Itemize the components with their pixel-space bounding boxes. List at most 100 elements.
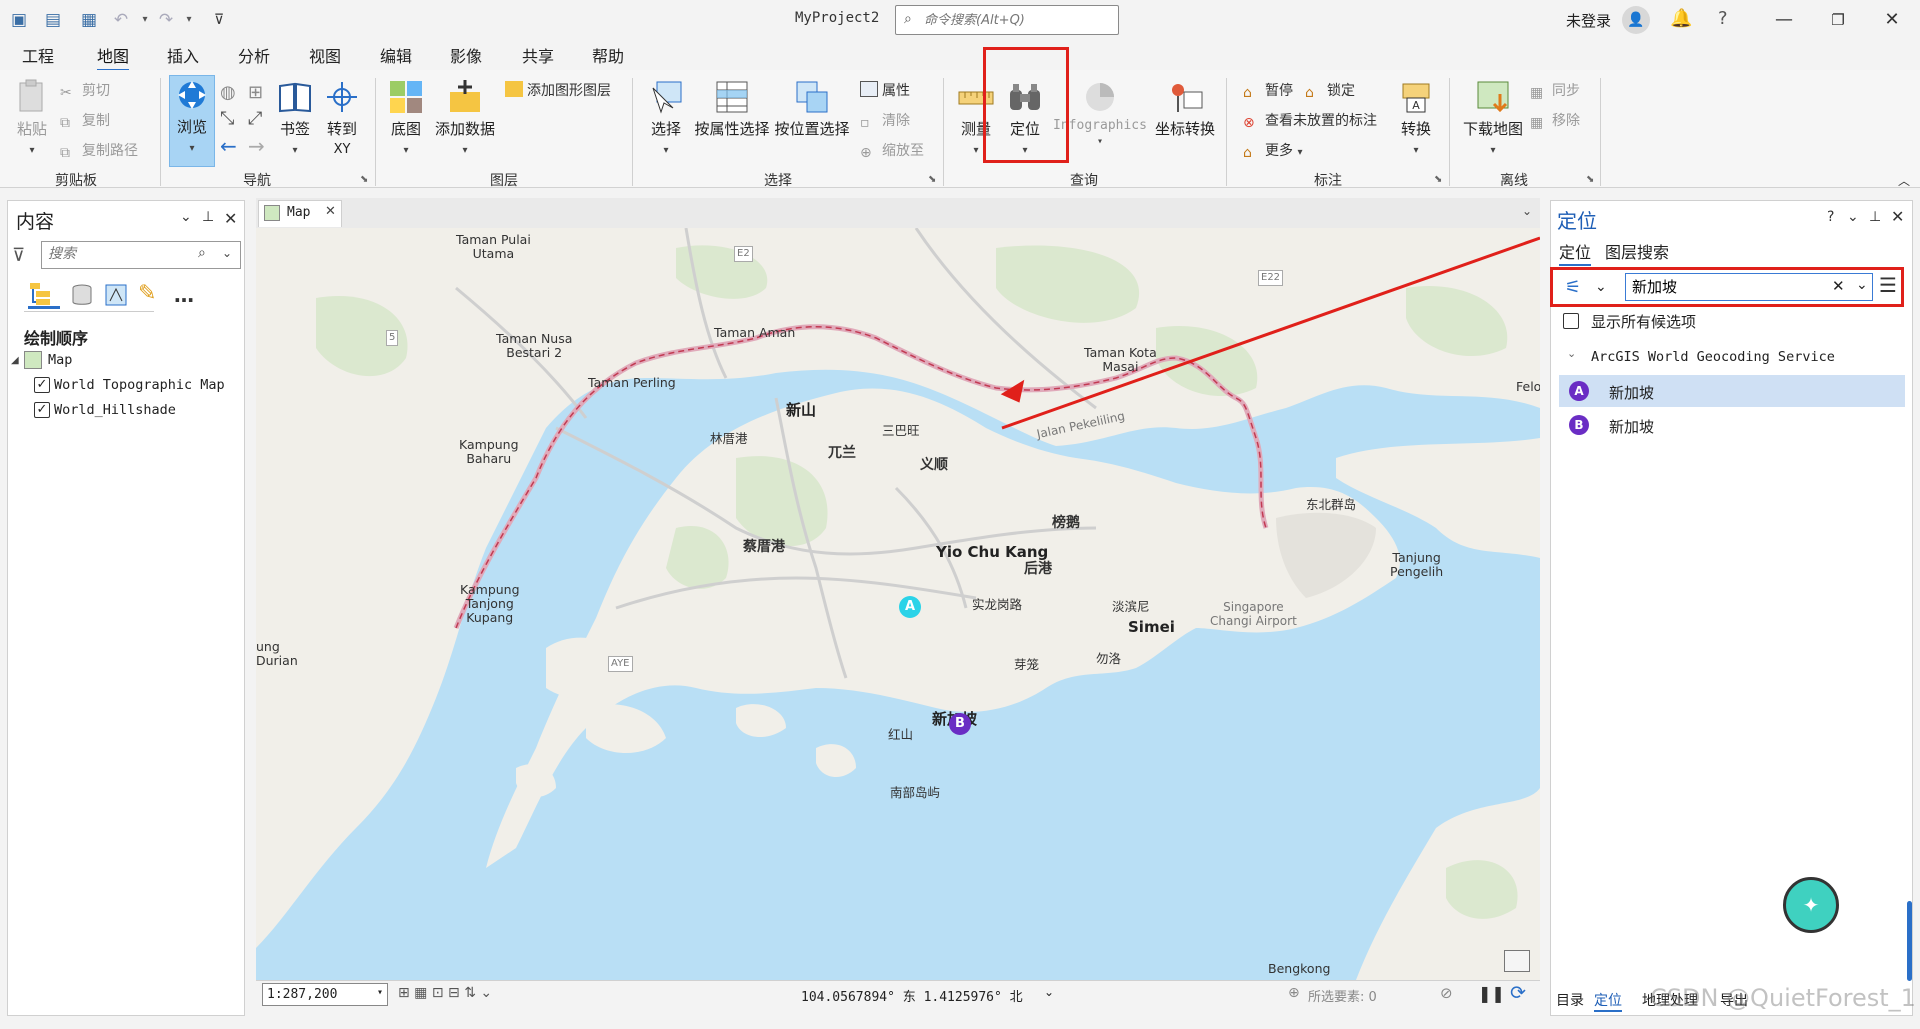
- add-data-button[interactable]: 添加数据 ▾: [432, 78, 498, 157]
- minimize-icon[interactable]: —: [1770, 6, 1798, 34]
- tab-locate-bottom[interactable]: 定位: [1594, 990, 1622, 1012]
- map-tree-item[interactable]: Map: [48, 352, 72, 368]
- result-pin-a[interactable]: A: [899, 596, 921, 618]
- convert-labels-button[interactable]: A 转换 ▾: [1396, 78, 1436, 157]
- pin-pane-icon[interactable]: ⊥: [1869, 209, 1881, 225]
- map-canvas[interactable]: Taman Pulai Utama E2 E22 5 Taman Nusa Best…: [256, 228, 1540, 980]
- close-window-icon[interactable]: ✕: [1878, 6, 1906, 34]
- zoom-out-icon[interactable]: ⤢: [248, 108, 262, 129]
- more-labeling-button[interactable]: ⌂ 更多 ▾: [1243, 140, 1302, 161]
- tab-edit[interactable]: 编辑: [380, 43, 412, 67]
- paste-button[interactable]: 粘贴 ▾: [10, 78, 54, 157]
- tab-help[interactable]: 帮助: [592, 43, 624, 67]
- customize-qat-icon[interactable]: ⊽: [208, 9, 230, 31]
- tab-map[interactable]: 地图: [97, 43, 130, 72]
- chevron-down-icon[interactable]: ⌄: [222, 246, 232, 260]
- result-row[interactable]: B 新加坡: [1559, 409, 1905, 441]
- undo-dropdown-icon[interactable]: ▾: [134, 9, 156, 31]
- tab-catalog[interactable]: 目录: [1556, 990, 1584, 1010]
- bookmarks-button[interactable]: 书签 ▾: [275, 78, 315, 157]
- layer-visibility-checkbox[interactable]: ✓: [34, 377, 50, 393]
- scale-selector[interactable]: 1:287,200 ▾: [262, 983, 388, 1006]
- close-pane-icon[interactable]: ✕: [224, 209, 237, 228]
- lock-labels-button[interactable]: ⌂ 锁定: [1305, 80, 1355, 101]
- expand-map-icon[interactable]: ◢: [11, 355, 19, 366]
- copy-path-button[interactable]: ⧉ 复制路径: [60, 140, 138, 161]
- basemap-button[interactable]: 底图 ▾: [384, 78, 428, 157]
- clear-selection-button[interactable]: ▫ 清除: [860, 110, 910, 131]
- grid-tools-icon[interactable]: ⊞ ▦ ⊡ ⊟ ⇅ ⌄: [398, 985, 492, 1001]
- filter-icon[interactable]: ⊽: [12, 245, 25, 266]
- tab-analysis[interactable]: 分析: [238, 43, 270, 67]
- fixed-zoom-icon[interactable]: ⊞: [248, 82, 263, 103]
- redo-icon[interactable]: ↷: [155, 9, 177, 31]
- tab-imagery[interactable]: 影像: [450, 43, 482, 67]
- list-by-source-icon[interactable]: [70, 283, 94, 311]
- pane-scrollbar[interactable]: [1907, 901, 1912, 981]
- next-extent-icon[interactable]: →: [248, 134, 265, 158]
- copy-button[interactable]: ⧉ 复制: [60, 110, 110, 131]
- map-overview-icon[interactable]: [1504, 950, 1530, 972]
- close-pane-icon[interactable]: ✕: [1891, 207, 1904, 226]
- tab-project[interactable]: 工程: [22, 43, 54, 67]
- previous-extent-icon[interactable]: ←: [220, 134, 237, 158]
- contents-search-box[interactable]: ⌕ ⌄: [41, 241, 241, 269]
- select-by-location-button[interactable]: 按位置选择: [774, 78, 850, 139]
- show-all-candidates-checkbox[interactable]: [1563, 313, 1579, 329]
- explore-button[interactable]: 浏览 ▾: [169, 75, 215, 167]
- undo-icon[interactable]: ↶: [110, 9, 132, 31]
- open-project-icon[interactable]: ▤: [42, 9, 64, 31]
- pane-options-icon[interactable]: ⌄: [180, 209, 192, 225]
- collapse-ribbon-icon[interactable]: ︿: [1898, 172, 1910, 189]
- map-view-tab[interactable]: Map ✕: [258, 200, 342, 227]
- list-by-editing-icon[interactable]: ✎: [138, 281, 156, 306]
- contents-search-input[interactable]: [48, 246, 188, 262]
- result-pin-b[interactable]: B: [949, 713, 971, 735]
- command-search-box[interactable]: ⌕: [895, 5, 1119, 35]
- dialog-launcher-icon[interactable]: ⬊: [928, 174, 936, 185]
- tab-view[interactable]: 视图: [309, 43, 341, 67]
- tab-list-chevron-icon[interactable]: ⌄: [1522, 204, 1532, 218]
- pane-options-icon[interactable]: ⌄: [1847, 209, 1859, 225]
- layer-world-topographic[interactable]: World Topographic Map: [54, 377, 225, 393]
- new-project-icon[interactable]: ▣: [8, 9, 30, 31]
- cut-button[interactable]: ✂ 剪切: [60, 80, 110, 101]
- pause-drawing-icon[interactable]: ❚❚: [1478, 984, 1505, 1003]
- collapse-provider-icon[interactable]: ⌄: [1567, 347, 1576, 360]
- full-extent-icon[interactable]: ◍: [220, 82, 236, 103]
- zoom-to-selection-button[interactable]: ⊕ 缩放至: [860, 140, 924, 161]
- download-map-button[interactable]: 下载地图 ▾: [1460, 78, 1526, 157]
- pause-labeling-button[interactable]: ⌂ 暂停: [1243, 80, 1293, 101]
- tab-share[interactable]: 共享: [522, 43, 554, 67]
- login-status[interactable]: 未登录: [1566, 10, 1611, 31]
- help-icon[interactable]: ?: [1718, 8, 1728, 29]
- user-avatar-icon[interactable]: 👤: [1622, 6, 1650, 34]
- save-project-icon[interactable]: ▦: [78, 9, 100, 31]
- more-options-icon[interactable]: …: [174, 283, 194, 307]
- layer-world-hillshade[interactable]: World_Hillshade: [54, 402, 176, 418]
- close-tab-icon[interactable]: ✕: [325, 204, 336, 219]
- result-row[interactable]: A 新加坡: [1559, 375, 1905, 407]
- pin-pane-icon[interactable]: ⊥: [202, 209, 214, 225]
- coordinate-format-chevron-icon[interactable]: ⌄: [1044, 985, 1054, 999]
- dialog-launcher-icon[interactable]: ⬊: [1586, 174, 1594, 185]
- attributes-button[interactable]: 属性: [860, 80, 910, 100]
- layer-visibility-checkbox[interactable]: ✓: [34, 402, 50, 418]
- dialog-launcher-icon[interactable]: ⬊: [360, 174, 368, 185]
- list-by-selection-icon[interactable]: [104, 283, 128, 311]
- notification-bell-icon[interactable]: 🔔: [1670, 8, 1692, 29]
- select-button[interactable]: 选择 ▾: [646, 78, 686, 157]
- select-by-attributes-button[interactable]: 按属性选择: [694, 78, 770, 139]
- refresh-control-icon[interactable]: ⊘: [1440, 984, 1453, 1002]
- add-graphics-layer-button[interactable]: 添加图形图层: [505, 80, 611, 100]
- list-by-drawing-order-icon[interactable]: [28, 281, 60, 309]
- tab-insert[interactable]: 插入: [167, 43, 199, 67]
- command-search-input[interactable]: [924, 10, 1112, 30]
- view-unplaced-button[interactable]: ⊗ 查看未放置的标注: [1243, 110, 1377, 131]
- restore-icon[interactable]: ❐: [1824, 6, 1852, 34]
- help-icon[interactable]: ?: [1827, 209, 1834, 225]
- convert-coordinates-button[interactable]: 坐标转换: [1152, 78, 1218, 139]
- refresh-icon[interactable]: ⟳: [1510, 982, 1526, 1004]
- tab-layer-search[interactable]: 图层搜索: [1605, 239, 1669, 263]
- sync-button[interactable]: ▦ 同步: [1530, 80, 1580, 101]
